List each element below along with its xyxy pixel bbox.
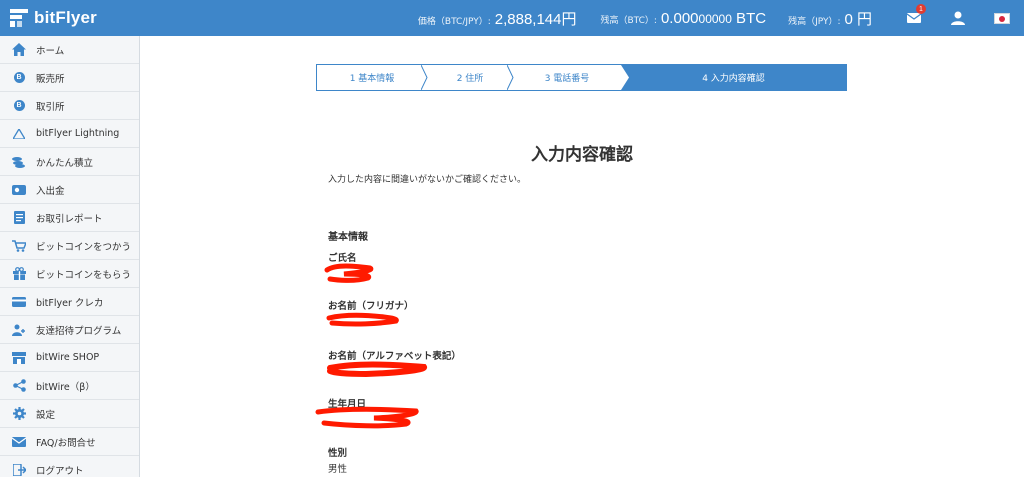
sidebar-item-label: 設定 xyxy=(36,409,56,421)
main-content: 1 基本情報 2 住所 3 電話番号 4 入力内容確認 入力内容確認 入力した内… xyxy=(140,36,1024,477)
message-count-badge: 1 xyxy=(916,4,926,14)
bitflyer-logo[interactable]: bitFlyer xyxy=(10,8,140,28)
report-icon xyxy=(12,211,26,225)
step-basic-info: 1 基本情報 xyxy=(317,65,433,90)
sidebar-item-brokerage[interactable]: B 販売所 xyxy=(0,64,139,92)
logout-icon xyxy=(12,463,26,477)
sidebar-item-use-bitcoin[interactable]: ビットコインをつかう xyxy=(0,232,139,260)
shop-icon xyxy=(12,351,26,365)
sidebar-item-label: ホーム xyxy=(36,45,65,57)
sidebar-item-logout[interactable]: ログアウト xyxy=(0,456,139,477)
redaction-mark xyxy=(315,406,419,429)
sidebar-item-deposit[interactable]: 入出金 xyxy=(0,176,139,204)
sidebar-item-label: FAQ/お問合せ xyxy=(36,437,96,449)
redaction-mark xyxy=(326,312,399,327)
lightning-icon xyxy=(12,127,26,141)
sidebar-item-label: 友達招待プログラム xyxy=(36,325,122,337)
bitcoin-icon: B xyxy=(13,72,25,83)
sidebar-item-report[interactable]: お取引レポート xyxy=(0,204,139,232)
jpy-balance-value: 0 円 xyxy=(844,10,872,28)
sidebar-item-credit-card[interactable]: bitFlyer クレカ xyxy=(0,288,139,316)
wallet-icon xyxy=(12,183,26,197)
price-display: 価格（BTC/JPY）: 2,888,144円 xyxy=(418,8,577,29)
sidebar-item-bitwire-shop[interactable]: bitWire SHOP xyxy=(0,344,139,372)
user-icon xyxy=(951,11,965,25)
sidebar-item-lightning[interactable]: bitFlyer Lightning xyxy=(0,120,139,148)
envelope-icon xyxy=(907,13,921,23)
sidebar-item-label: 販売所 xyxy=(36,73,65,85)
sidebar-item-invite[interactable]: 友達招待プログラム xyxy=(0,316,139,344)
sidebar-item-get-bitcoin[interactable]: ビットコインをもらう xyxy=(0,260,139,288)
sidebar-nav: ホーム B 販売所 B 取引所 bitFlyer Lightning かんたん積… xyxy=(0,36,140,477)
jpy-balance-display: 残高（JPY）: 0 円 xyxy=(788,8,872,29)
sidebar-item-bitwire[interactable]: bitWire（β） xyxy=(0,372,139,400)
sidebar-item-label: bitWire SHOP xyxy=(36,352,100,363)
step-chevron-icon xyxy=(421,65,433,90)
japan-flag-icon xyxy=(994,12,1010,24)
sidebar-item-label: ビットコインをもらう xyxy=(36,269,132,281)
sidebar-item-label: ログアウト xyxy=(36,465,84,477)
sidebar-item-label: かんたん積立 xyxy=(36,157,94,169)
page-title: 入力内容確認 xyxy=(531,145,633,165)
sidebar-item-savings[interactable]: かんたん積立 xyxy=(0,148,139,176)
credit-card-icon xyxy=(12,295,26,309)
step-phone: 3 電話番号 xyxy=(544,74,590,84)
invite-icon xyxy=(12,323,26,337)
mail-icon xyxy=(12,435,26,449)
top-header: bitFlyer 価格（BTC/JPY）: 2,888,144円 残高（BTC）… xyxy=(0,0,1024,36)
sidebar-item-label: bitFlyer Lightning xyxy=(36,128,120,139)
bitcoin-icon: B xyxy=(13,100,25,111)
btc-balance-display: 残高（BTC）: 0.00000000 BTC xyxy=(601,10,767,27)
sidebar-item-exchange[interactable]: B 取引所 xyxy=(0,92,139,120)
bitflyer-logo-icon xyxy=(10,9,28,27)
step-chevron-icon xyxy=(507,65,519,90)
sidebar-item-label: お取引レポート xyxy=(36,213,103,225)
account-button[interactable] xyxy=(936,0,980,36)
share-icon xyxy=(12,379,26,393)
redaction-mark xyxy=(327,361,428,378)
sidebar-item-label: ビットコインをつかう xyxy=(36,241,132,253)
section-title-basic-info: 基本情報 xyxy=(328,232,368,243)
home-icon xyxy=(12,43,26,57)
redaction-mark xyxy=(324,263,374,283)
logo-text: bitFlyer xyxy=(34,8,98,27)
messages-button[interactable]: 1 xyxy=(892,0,936,36)
gender-value: 男性 xyxy=(328,464,348,475)
sidebar-item-home[interactable]: ホーム xyxy=(0,36,139,64)
coin-stack-icon xyxy=(12,155,26,169)
sidebar-item-label: bitFlyer クレカ xyxy=(36,297,104,309)
jpy-balance-label: 残高（JPY）: xyxy=(788,16,841,27)
progress-steps: 1 基本情報 2 住所 3 電話番号 4 入力内容確認 xyxy=(316,64,847,91)
gender-label: 性別 xyxy=(328,448,348,459)
btc-balance-value: 0.00000000 BTC xyxy=(660,9,767,27)
page-description: 入力した内容に間違いがないかご確認ください。 xyxy=(328,175,527,185)
sidebar-item-faq[interactable]: FAQ/お問合せ xyxy=(0,428,139,456)
sidebar-item-label: 入出金 xyxy=(36,185,65,197)
step-address: 2 住所 xyxy=(427,65,519,90)
furigana-label: お名前（フリガナ） xyxy=(328,301,414,312)
price-label: 価格（BTC/JPY）: xyxy=(417,16,491,27)
cart-icon xyxy=(12,239,26,253)
step-arrow-icon xyxy=(621,65,629,90)
btc-balance-label: 残高（BTC）: xyxy=(600,15,657,26)
language-button[interactable] xyxy=(980,0,1024,36)
gear-icon xyxy=(12,407,26,421)
price-value: 2,888,144円 xyxy=(494,10,577,28)
sidebar-item-label: bitWire（β） xyxy=(36,381,95,393)
step-confirm: 4 入力内容確認 xyxy=(621,65,846,90)
gift-icon xyxy=(12,267,26,281)
sidebar-item-settings[interactable]: 設定 xyxy=(0,400,139,428)
sidebar-item-label: 取引所 xyxy=(36,101,65,113)
